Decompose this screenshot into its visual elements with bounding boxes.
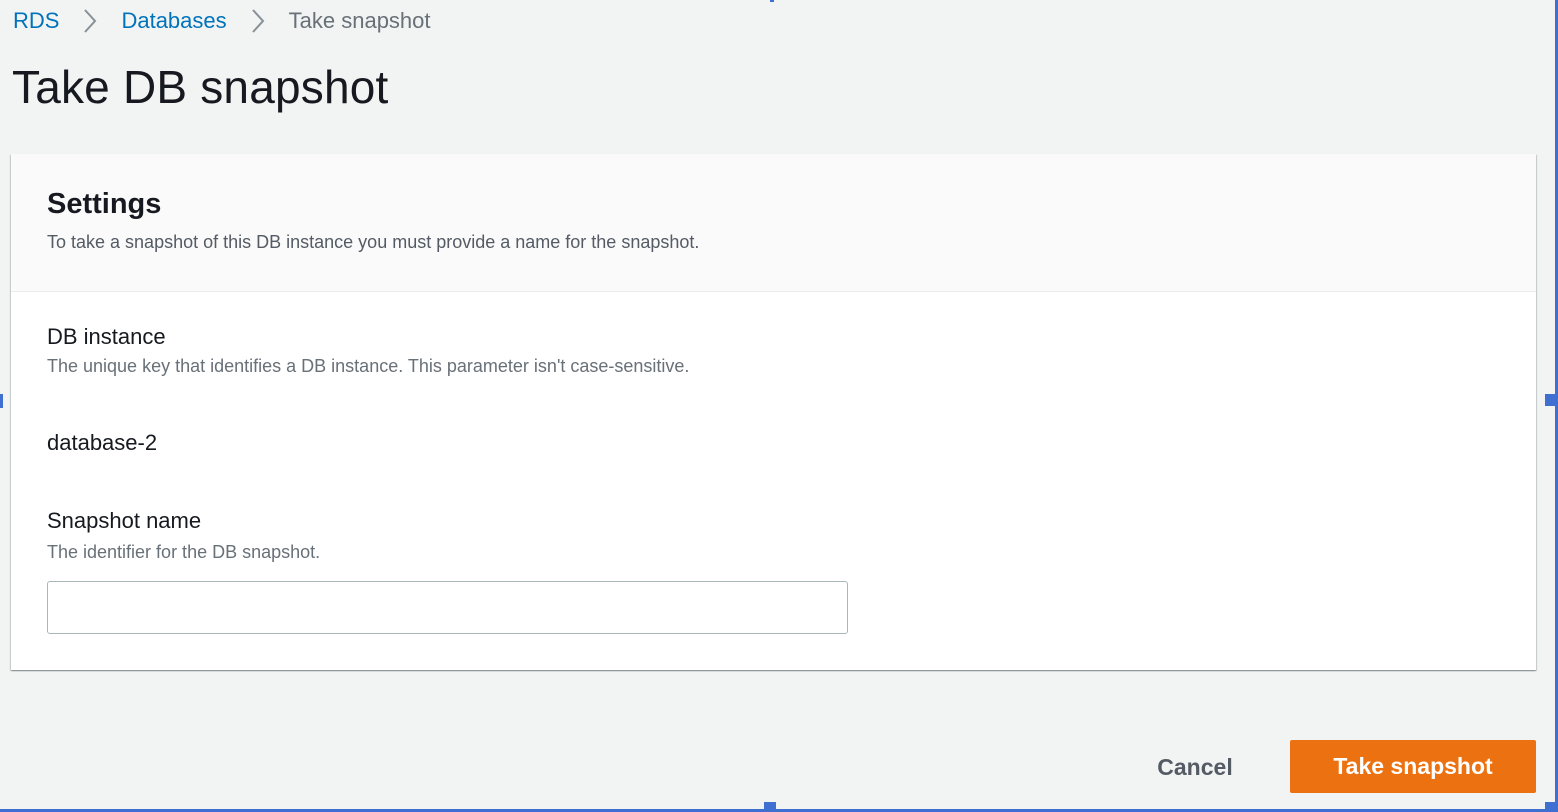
snapshot-name-input[interactable] bbox=[47, 581, 848, 634]
take-snapshot-button[interactable]: Take snapshot bbox=[1290, 740, 1536, 793]
chevron-right-icon bbox=[59, 6, 121, 36]
resize-handle-bottom[interactable] bbox=[764, 802, 776, 812]
db-instance-description: The unique key that identifies a DB inst… bbox=[47, 356, 690, 376]
settings-title: Settings bbox=[47, 188, 162, 220]
snapshot-name-description: The identifier for the DB snapshot. bbox=[47, 542, 321, 562]
page: RDS Databases Take snapshot Take DB snap… bbox=[0, 0, 1558, 812]
chevron-right-icon bbox=[227, 6, 289, 36]
breadcrumb-current: Take snapshot bbox=[288, 8, 431, 33]
resize-handle-top[interactable] bbox=[770, 0, 774, 2]
page-title: Take DB snapshot bbox=[12, 61, 389, 113]
resize-handle-left[interactable] bbox=[0, 394, 3, 408]
db-instance-label: DB instance bbox=[47, 324, 166, 349]
settings-header: Settings To take a snapshot of this DB i… bbox=[11, 154, 1536, 292]
breadcrumb-rds-link[interactable]: RDS bbox=[13, 8, 59, 34]
cancel-button[interactable]: Cancel bbox=[1134, 742, 1256, 792]
snapshot-name-label: Snapshot name bbox=[47, 508, 202, 533]
breadcrumb-databases-link[interactable]: Databases bbox=[121, 8, 226, 34]
settings-description: To take a snapshot of this DB instance y… bbox=[47, 232, 700, 252]
resize-handle-right[interactable] bbox=[1545, 394, 1557, 406]
db-instance-value: database-2 bbox=[47, 430, 158, 455]
settings-panel: Settings To take a snapshot of this DB i… bbox=[11, 154, 1536, 670]
resize-handle-bottom-right[interactable] bbox=[1545, 802, 1557, 812]
breadcrumb: RDS Databases Take snapshot bbox=[13, 6, 431, 36]
